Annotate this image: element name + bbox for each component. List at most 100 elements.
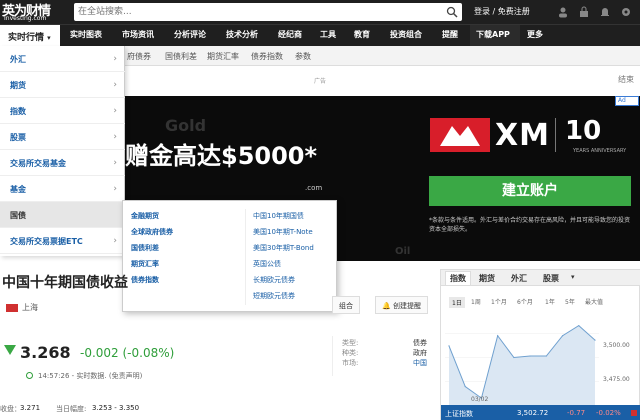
subnav-item[interactable]: 期货汇率 [207,51,239,62]
bell-icon: 🔔 [382,302,391,310]
index-color-dot [631,410,637,416]
search-input[interactable] [74,3,434,21]
market-link[interactable]: 中国 [413,358,427,368]
chart-point [545,355,547,357]
range-1w[interactable]: 1周 [471,297,481,306]
range-6m[interactable]: 6个月 [517,297,533,306]
bell-icon[interactable] [599,6,611,18]
submenu-link[interactable]: 国债利差 [131,243,159,253]
anniversary-text: YEARS ANNIVERSARY [573,148,627,154]
submenu-link[interactable]: 全球政府债券 [131,227,173,237]
menu-item-futures[interactable]: 期货 › [0,72,125,98]
clock-icon [26,372,33,379]
tab-futures[interactable]: 期货 [479,273,495,284]
settings-icon[interactable] [620,6,632,18]
submenu-link[interactable]: 中国10年期国债 [253,211,304,221]
chevron-right-icon: › [113,132,117,142]
menu-item-indices[interactable]: 指数 › [0,98,125,124]
subnav-item[interactable]: 府债券 [127,51,151,62]
nav-item-analysis[interactable]: 分析评论 [174,29,206,40]
index-value: 3,502.72 [517,409,549,417]
banner-com: .com [305,184,323,192]
chevron-right-icon: › [113,54,117,64]
down-arrow-icon [4,345,16,355]
range-1m[interactable]: 1个月 [491,297,507,306]
x-axis-label: 03/02 [471,396,489,403]
menu-item-etc[interactable]: 交易所交易票据ETC › [0,228,125,254]
chart-point [578,325,580,327]
submenu-link[interactable]: 债券指数 [131,275,159,285]
chevron-right-icon: › [113,184,117,194]
nav-item-portfolio[interactable]: 投资组合 [390,29,422,40]
range-max[interactable]: 最大值 [585,297,603,306]
ad-choices-tag[interactable]: Ad [615,96,639,106]
banner-gold-text: Gold [165,116,207,135]
day-range-label: 当日幅度: [56,405,87,413]
add-to-portfolio-button[interactable]: 组合 [332,296,360,314]
range-5y[interactable]: 5年 [565,297,575,306]
menu-item-bonds[interactable]: 国债 [0,202,125,228]
tab-stocks[interactable]: 股票 [543,273,559,284]
submenu-link[interactable]: 期货汇率 [131,259,159,269]
menu-item-stocks[interactable]: 股票 › [0,124,125,150]
menu-item-funds[interactable]: 基金 › [0,176,125,202]
nav-item-technical[interactable]: 技术分析 [226,29,258,40]
subnav-item[interactable]: 债券指数 [251,51,283,62]
search-box[interactable] [74,3,462,21]
logo[interactable]: 英为财情 Investing.com [0,0,66,24]
chevron-right-icon: › [113,236,117,246]
sub-nav: 府债券 国债利差 期货汇率 债券指数 参数 [125,46,640,66]
main-nav: 实时行情 ▾ 实时图表 市场资讯 分析评论 技术分析 经纪商 工具 教育 投资组… [0,24,640,47]
chart-point [464,385,466,388]
menu-item-etf[interactable]: 交易所交易基金 › [0,150,125,176]
submenu-link[interactable]: 长期欧元债券 [253,275,295,285]
submenu-link[interactable]: 短期欧元债券 [253,291,295,301]
nav-item-tools[interactable]: 工具 [320,29,336,40]
subnav-item[interactable]: 参数 [295,51,311,62]
price-change: -0.002 (-0.08%) [80,346,175,360]
mini-chart[interactable] [445,310,599,405]
chart-point [513,356,515,359]
chevron-right-icon: › [113,106,117,116]
xm-logo-icon [430,118,490,152]
tab-forex[interactable]: 外汇 [511,273,527,284]
submenu-link[interactable]: 美国30年期T-Bond [253,243,314,253]
menu-item-forex[interactable]: 外汇 › [0,46,125,72]
y-axis-label: 3,475.00 [603,376,630,383]
page-title: 中国十年期国债收益 [2,275,128,291]
submenu-link[interactable]: 英国公债 [253,259,281,269]
market-widget: 指数 期货 外汇 股票 ▾ 1日 1周 1个月 6个月 1年 5年 最大值 3,… [440,269,640,420]
logo-subtext: Investing.com [4,15,47,22]
banner-terms: *条款与条件适用。外汇与差价合约交易存在高风险，并且可能导致您的投资资本全部损失… [429,217,631,233]
nav-item-charts[interactable]: 实时图表 [70,29,102,40]
nav-item-more[interactable]: 更多 [527,29,543,40]
lock-icon[interactable] [578,6,590,18]
login-link[interactable]: 登录 / 免费注册 [474,6,530,17]
tab-indices[interactable]: 指数 [445,271,471,285]
nav-item-news[interactable]: 市场资讯 [122,29,154,40]
submenu-link[interactable]: 金融期货 [131,211,159,221]
search-icon[interactable] [446,6,458,18]
range-1y[interactable]: 1年 [545,297,555,306]
chart-point [529,355,531,357]
info-key: 市场: [342,359,359,367]
subnav-item[interactable]: 国债利差 [165,51,197,62]
nav-item-education[interactable]: 教育 [354,29,370,40]
last-price: 3.268 [20,343,71,362]
chevron-down-icon[interactable]: ▾ [571,273,575,281]
submenu-link[interactable]: 美国10年期T-Note [253,227,313,237]
create-alert-button[interactable]: 🔔 创建提醒 [375,296,428,314]
user-icon[interactable] [557,6,569,18]
info-key: 种类: [342,349,359,357]
nav-item-alerts[interactable]: 提醒 [442,29,458,40]
china-flag-icon [6,304,18,312]
nav-item-download-app[interactable]: 下载APP [476,29,510,40]
open-account-button[interactable]: 建立账户 [429,176,631,206]
exchange-city: 上海 [22,303,38,312]
nav-item-markets[interactable]: 实时行情 ▾ [0,25,60,47]
menu-item-label: 基金 [10,185,26,194]
nav-item-brokers[interactable]: 经纪商 [278,29,302,40]
timestamp: 14:57:26 - 实时数据. (免责声明) [38,372,143,380]
range-1d[interactable]: 1日 [449,297,465,308]
index-summary-row[interactable]: 上证指数 3,502.72 -0.77 -0.02% [441,405,640,420]
